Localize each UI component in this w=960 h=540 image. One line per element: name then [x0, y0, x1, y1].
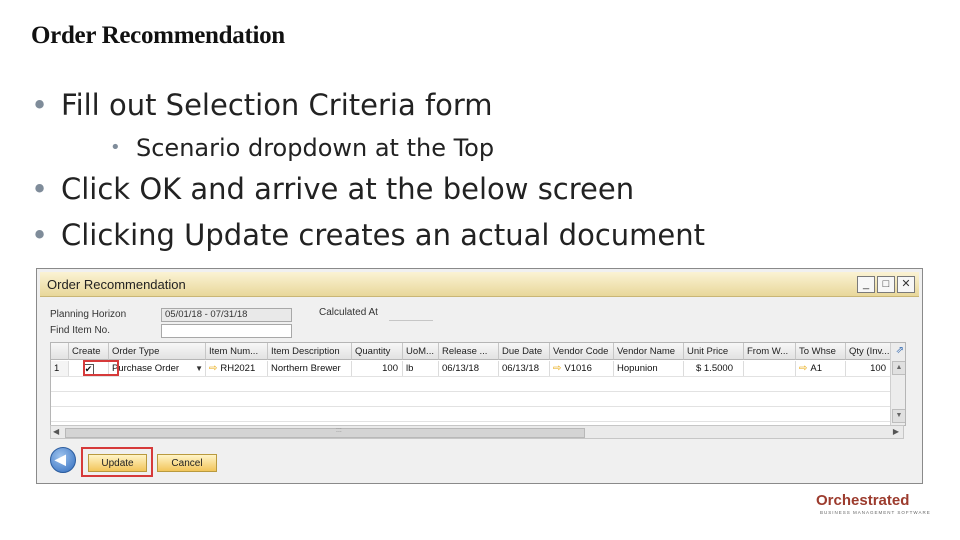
link-arrow-icon[interactable]: ⇨	[553, 363, 561, 374]
back-button[interactable]: ◀	[50, 447, 76, 473]
scrollbar-thumb[interactable]: :::	[65, 427, 585, 438]
grip-icon: :::	[336, 427, 342, 434]
bullet-dot: •	[31, 88, 49, 122]
bullet-1: • Fill out Selection Criteria form	[31, 88, 493, 122]
close-button[interactable]: ✕	[897, 276, 915, 293]
slide-title: Order Recommendation	[31, 22, 285, 49]
col-header-from-whse[interactable]: From W...	[744, 343, 796, 360]
col-header-vendor-code[interactable]: Vendor Code	[550, 343, 614, 360]
scroll-right-icon[interactable]: ▶	[893, 427, 899, 436]
vendor-code-value: V1016	[564, 363, 592, 374]
uom-cell: lb	[403, 361, 439, 376]
bullet-1-text: Fill out Selection Criteria form	[61, 88, 493, 122]
from-whse-cell[interactable]	[744, 361, 796, 376]
orchestrated-logo: Orchestrated	[816, 492, 910, 509]
dropdown-arrow-icon[interactable]: ▼	[195, 361, 203, 376]
back-arrow-icon: ◀	[55, 451, 66, 467]
col-header-release[interactable]: Release ...	[439, 343, 499, 360]
item-description-cell: Northern Brewer	[268, 361, 352, 376]
col-header-create[interactable]: Create	[69, 343, 109, 360]
col-header-qty-inv[interactable]: Qty (Inv...	[846, 343, 891, 360]
row-number: 1	[51, 361, 69, 376]
minimize-button[interactable]: _	[857, 276, 875, 293]
item-num-value: RH2021	[220, 363, 256, 374]
row-divider	[51, 421, 905, 422]
due-date-cell[interactable]: 06/13/18	[499, 361, 550, 376]
col-header-order-type[interactable]: Order Type	[109, 343, 206, 360]
bullet-2-text: Click OK and arrive at the below screen	[61, 172, 635, 206]
col-header-quantity[interactable]: Quantity	[352, 343, 403, 360]
find-item-input[interactable]	[161, 324, 292, 338]
col-header-unit-price[interactable]: Unit Price	[684, 343, 744, 360]
scroll-left-icon[interactable]: ◀	[53, 427, 59, 436]
col-header-vendor-name[interactable]: Vendor Name	[614, 343, 684, 360]
window-titlebar[interactable]: Order Recommendation _ □ ✕	[40, 272, 919, 297]
col-header-item-description[interactable]: Item Description	[268, 343, 352, 360]
recommendation-grid: Create Order Type Item Num... Item Descr…	[50, 342, 906, 426]
release-date-cell[interactable]: 06/13/18	[439, 361, 499, 376]
order-recommendation-window: Order Recommendation _ □ ✕ Planning Hori…	[36, 268, 923, 484]
bullet-1-sub-text: Scenario dropdown at the Top	[136, 134, 495, 162]
bullet-dot: •	[31, 172, 49, 206]
link-arrow-icon[interactable]: ⇨	[799, 363, 807, 374]
unit-price-cell[interactable]: $ 1.5000	[684, 361, 744, 376]
window-title: Order Recommendation	[47, 277, 186, 292]
qty-inv-cell: 100	[846, 361, 891, 376]
scroll-up-icon[interactable]: ▲	[892, 361, 905, 375]
vendor-name-cell: Hopunion	[614, 361, 684, 376]
item-num-cell[interactable]: ⇨ RH2021	[206, 361, 268, 376]
bullet-2: • Click OK and arrive at the below screen	[31, 172, 634, 206]
create-highlight-box	[83, 360, 119, 376]
col-header-rownum	[51, 343, 69, 360]
row-divider	[51, 376, 905, 377]
col-header-item-num[interactable]: Item Num...	[206, 343, 268, 360]
cancel-button[interactable]: Cancel	[157, 454, 217, 472]
quantity-cell[interactable]: 100	[352, 361, 403, 376]
to-whse-cell[interactable]: ⇨ A1	[796, 361, 846, 376]
row-divider	[51, 391, 905, 392]
update-button[interactable]: Update	[88, 454, 147, 472]
calculated-at-label: Calculated At	[319, 307, 378, 318]
col-header-uom[interactable]: UoM...	[403, 343, 439, 360]
bullet-1-sub: • Scenario dropdown at the Top	[110, 134, 494, 162]
vendor-code-cell[interactable]: ⇨ V1016	[550, 361, 614, 376]
order-type-value: Purchase Order	[112, 363, 180, 374]
link-arrow-icon[interactable]: ⇨	[209, 363, 217, 374]
row-divider	[51, 406, 905, 407]
maximize-button[interactable]: □	[877, 276, 895, 293]
bullet-3: • Clicking Update creates an actual docum…	[31, 218, 705, 252]
expand-icon[interactable]: ⇗	[896, 345, 904, 356]
scroll-down-icon[interactable]: ▼	[892, 409, 905, 423]
planning-horizon-field: 05/01/18 - 07/31/18	[161, 308, 292, 322]
to-whse-value: A1	[810, 363, 823, 374]
logo-tagline: BUSINESS MANAGEMENT SOFTWARE	[820, 510, 931, 515]
bullet-dot: •	[110, 137, 121, 158]
calculated-at-field	[389, 320, 433, 321]
bullet-dot: •	[31, 218, 49, 252]
vertical-scrollbar[interactable]: ⇗ ▲ ▼	[890, 343, 905, 425]
order-type-cell[interactable]: Purchase Order ▼	[109, 361, 206, 376]
bullet-3-text: Clicking Update creates an actual docume…	[61, 218, 705, 252]
col-header-to-whse[interactable]: To Whse	[796, 343, 846, 360]
find-item-label: Find Item No.	[50, 325, 111, 336]
planning-horizon-label: Planning Horizon	[50, 309, 127, 320]
horizontal-scrollbar[interactable]: ◀ ::: ▶	[50, 425, 904, 439]
col-header-due-date[interactable]: Due Date	[499, 343, 550, 360]
